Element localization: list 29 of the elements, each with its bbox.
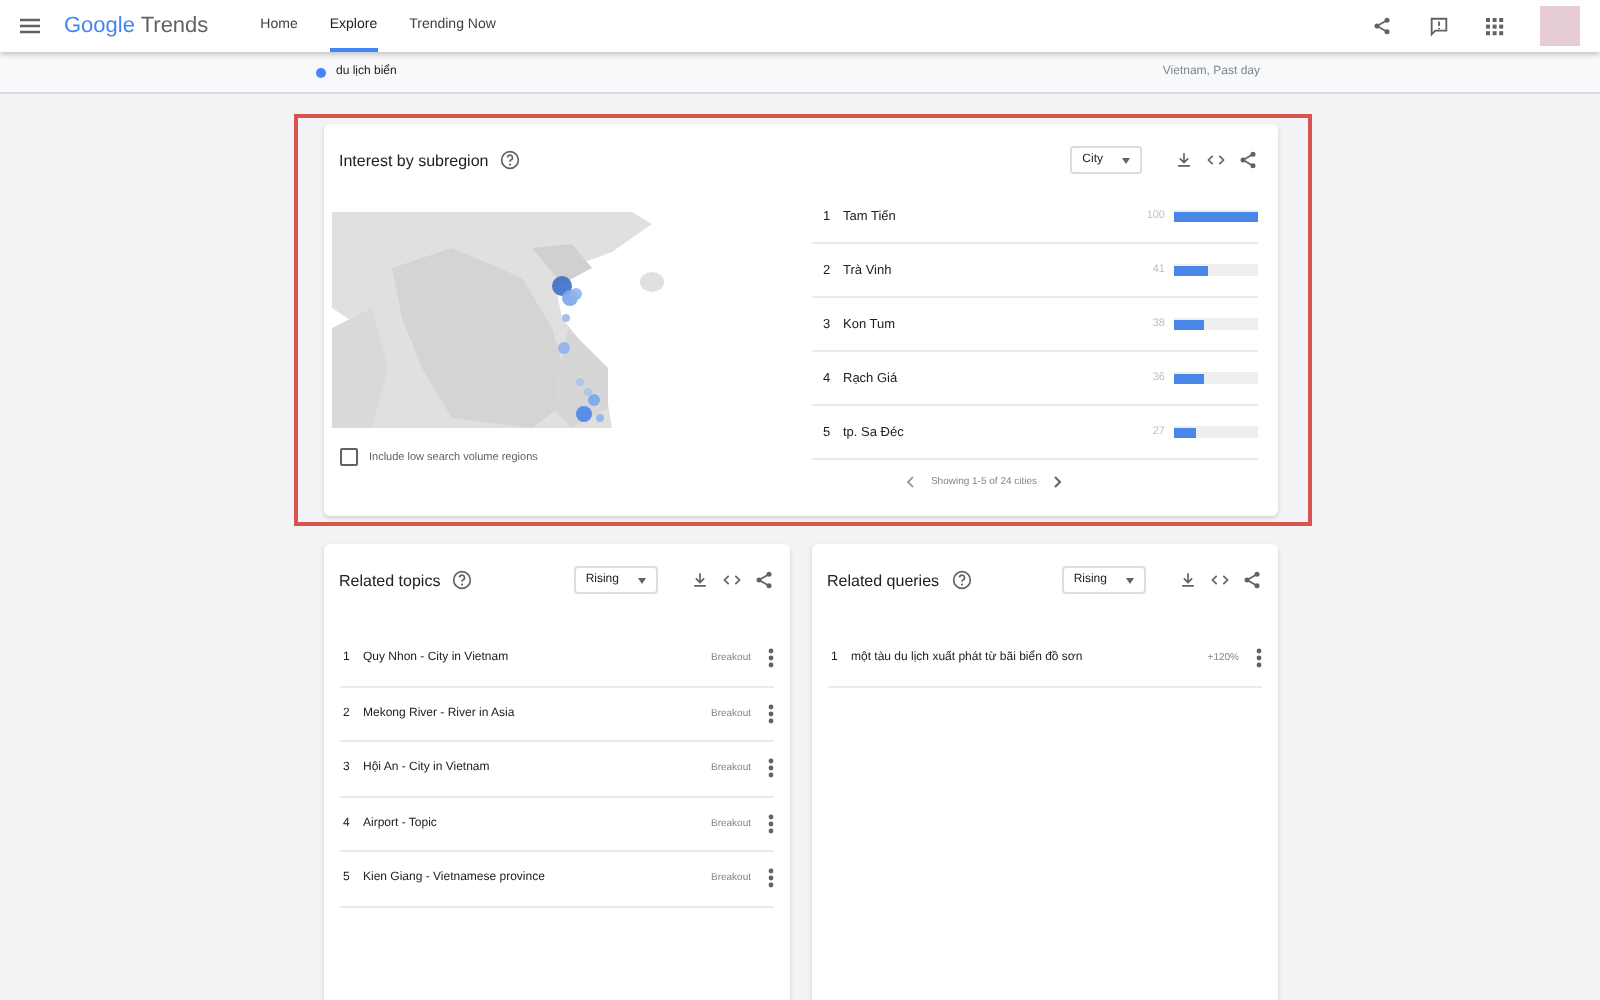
help-icon[interactable] [452, 570, 473, 590]
card-title: Interest by subregion [339, 151, 489, 169]
download-icon[interactable] [1173, 150, 1193, 170]
embed-icon[interactable] [1209, 570, 1229, 590]
download-icon[interactable] [689, 570, 709, 590]
share-icon[interactable] [1237, 150, 1257, 170]
help-icon[interactable] [951, 570, 972, 590]
apps-icon[interactable] [1486, 17, 1504, 35]
share-icon[interactable] [1241, 570, 1261, 590]
feedback-icon[interactable] [1428, 15, 1450, 37]
more-icon[interactable] [767, 648, 773, 669]
card-title: Related queries [827, 571, 940, 589]
checkbox[interactable] [339, 448, 357, 466]
more-icon[interactable] [767, 758, 773, 779]
more-icon[interactable] [767, 868, 773, 889]
more-icon[interactable] [767, 813, 773, 834]
menu-icon[interactable] [20, 18, 40, 34]
embed-icon[interactable] [721, 570, 741, 590]
download-icon[interactable] [1177, 570, 1197, 590]
embed-icon[interactable] [1205, 150, 1225, 170]
share-icon[interactable] [1372, 16, 1392, 36]
card-title: Related topics [339, 571, 441, 589]
more-icon[interactable] [1255, 648, 1261, 669]
more-icon[interactable] [767, 703, 773, 724]
share-icon[interactable] [753, 570, 773, 590]
help-icon[interactable] [500, 150, 521, 170]
logo[interactable]: Google Trends [64, 14, 209, 38]
prev-icon[interactable] [906, 476, 915, 488]
next-icon[interactable] [1053, 476, 1062, 488]
